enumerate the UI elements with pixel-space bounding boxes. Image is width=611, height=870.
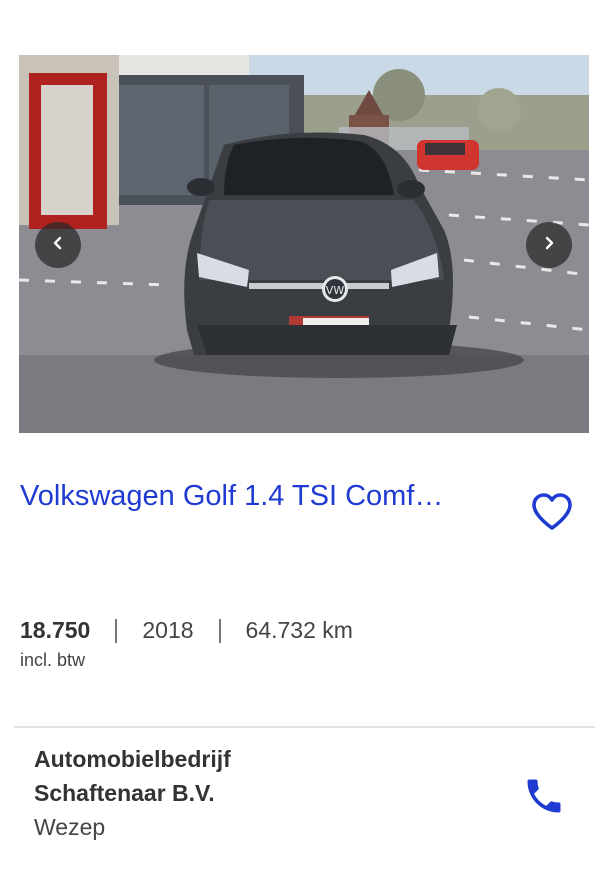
dealer-city: Wezep [34,814,106,840]
spec-divider [218,618,221,643]
chevron-left-icon [50,235,66,256]
car-photo[interactable]: VW [19,55,589,433]
price-vat-note: incl. btw [20,650,86,670]
carousel-prev-button[interactable] [35,222,81,268]
call-dealer-button[interactable] [522,774,566,818]
listing-year: 2018 [142,617,194,643]
listing-mileage: 64.732 km [245,617,353,643]
spec-divider [115,618,118,643]
section-divider [14,726,595,728]
listing-title-link[interactable]: Volkswagen Golf 1.4 TSI Comf… [20,476,490,516]
svg-text:VW: VW [326,284,345,297]
heart-outline-icon [530,493,574,536]
dealer-name: Automobielbedrijf Schaftenaar B.V. [34,746,231,806]
chevron-right-icon [541,235,557,256]
carousel-next-button[interactable] [526,222,572,268]
dealer-info: Automobielbedrijf Schaftenaar B.V. Wezep [34,742,294,844]
phone-icon [522,779,566,822]
favorite-button[interactable] [530,492,574,532]
listing-specs: 18.750 2018 64.732 km [20,617,353,644]
listing-price: 18.750 [20,617,91,643]
